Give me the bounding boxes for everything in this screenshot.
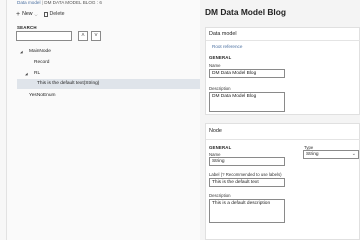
node-card-title: Node (209, 128, 222, 134)
node-type-select[interactable]: String ⌄ (303, 150, 359, 159)
tree-item-rl[interactable]: RL (34, 71, 40, 76)
data-model-description-field[interactable]: DM Data Model Blog (209, 92, 285, 112)
chevron-down-icon: ˅ (94, 33, 98, 39)
collapse-icon[interactable]: ◢ (25, 72, 28, 76)
node-general-heading: GENERAL (209, 145, 232, 150)
tree-item-yesnoenum[interactable]: YesNoEnum (29, 93, 56, 98)
tree-item-record[interactable]: Record (34, 60, 49, 65)
trash-icon (43, 11, 48, 17)
node-label-field[interactable]: This is the default text (209, 178, 285, 187)
data-model-name-label: Name (209, 63, 221, 68)
tree-item-default-text[interactable]: This is the default text(String) (37, 81, 99, 86)
delete-button[interactable]: Delete (43, 11, 65, 17)
tree-item-mainnode[interactable]: MainNode (29, 49, 51, 54)
plus-icon: + (16, 10, 21, 18)
root-reference-link[interactable]: Root reference (212, 44, 242, 49)
breadcrumb-root[interactable]: Data model (17, 0, 41, 5)
breadcrumb-current: DM DATA MODEL BLOG : 6 (44, 0, 102, 5)
node-type-value: String (306, 152, 319, 157)
next-match-button[interactable]: ˅ (91, 31, 101, 41)
node-label-label: Label (? Recommended to use labels) (209, 172, 282, 177)
breadcrumb-separator: | (41, 0, 43, 5)
new-button[interactable]: + New ⌵ (16, 10, 38, 18)
divider (206, 40, 360, 41)
page-title: DM Data Model Blog (205, 7, 286, 17)
toolbar: + New ⌵ Delete (16, 10, 65, 18)
chevron-up-icon: ˄ (81, 33, 85, 39)
previous-match-button[interactable]: ˄ (78, 31, 88, 41)
data-model-description-label: Description (209, 86, 231, 91)
data-model-card-title: Data model (209, 31, 237, 37)
collapse-icon[interactable]: ◢ (20, 50, 23, 54)
data-model-name-field[interactable]: DM Data Model Blog (209, 69, 285, 78)
data-model-general-heading: GENERAL (209, 55, 232, 60)
chevron-down-icon: ⌵ (34, 11, 38, 17)
search-input[interactable] (16, 31, 72, 41)
breadcrumb: Data model | DM DATA MODEL BLOG : 6 (17, 0, 102, 5)
delete-button-label: Delete (49, 11, 65, 17)
left-rail (0, 0, 7, 240)
search-label: SEARCH (17, 25, 37, 30)
node-name-field[interactable]: String (209, 157, 285, 166)
chevron-down-icon: ⌄ (351, 151, 356, 157)
node-description-field[interactable]: This is a default description (209, 199, 285, 223)
divider (206, 139, 360, 140)
new-button-label: New (22, 11, 33, 17)
node-description-label: Description (209, 193, 231, 198)
